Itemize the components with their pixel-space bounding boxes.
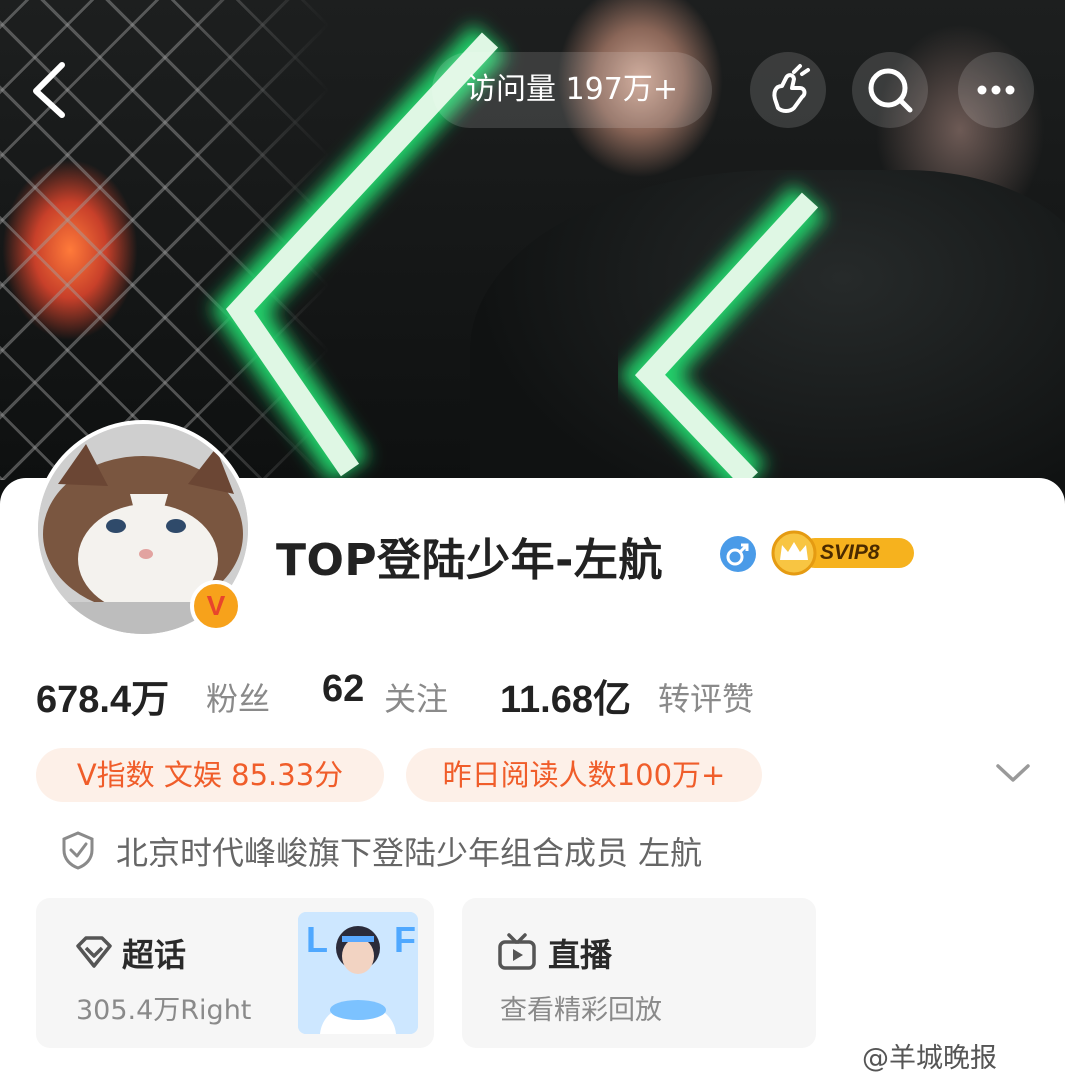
more-icon bbox=[977, 85, 1015, 95]
idol-photo-image: L F bbox=[298, 912, 418, 1034]
supertopic-title: 超话 bbox=[122, 936, 187, 974]
engagement-count[interactable]: 11.68亿 bbox=[500, 668, 631, 723]
followers-count[interactable]: 678.4万 bbox=[36, 668, 169, 723]
verified-badge: V bbox=[190, 580, 242, 632]
reader-count-tag[interactable]: 昨日阅读人数100万+ bbox=[406, 748, 762, 802]
search-icon bbox=[868, 68, 913, 113]
svg-text:L: L bbox=[306, 919, 328, 960]
profile-description: 北京时代峰峻旗下登陆少年组合成员 左航 bbox=[116, 834, 703, 872]
live-subtitle: 查看精彩回放 bbox=[500, 995, 662, 1026]
supertopic-subtitle: 305.4万Right bbox=[76, 995, 252, 1026]
male-icon bbox=[726, 543, 749, 566]
live-title: 直播 bbox=[548, 936, 613, 974]
svip-label: SVIP8 bbox=[820, 541, 880, 564]
watermark: @羊城晚报 bbox=[862, 1043, 997, 1074]
back-button[interactable] bbox=[22, 55, 82, 121]
following-label: 关注 bbox=[384, 680, 449, 718]
supertopic-thumbnail[interactable]: L F bbox=[298, 912, 418, 1034]
v-index-tag[interactable]: V指数 文娱 85.33分 bbox=[36, 748, 384, 802]
search-button[interactable] bbox=[852, 52, 928, 128]
following-count[interactable]: 62 bbox=[322, 668, 364, 711]
username: TOP登陆少年-左航 bbox=[276, 535, 663, 586]
chevron-left-icon bbox=[33, 62, 65, 118]
verified-badge-label: V bbox=[206, 590, 226, 621]
supertopic-icon bbox=[76, 936, 112, 968]
gender-badge bbox=[720, 536, 756, 572]
followers-label: 粉丝 bbox=[206, 680, 271, 718]
shield-icon bbox=[62, 831, 94, 870]
live-card[interactable]: 直播 查看精彩回放 bbox=[462, 898, 816, 1048]
svg-text:F: F bbox=[394, 919, 416, 960]
heart-hand-icon bbox=[772, 64, 810, 113]
chevron-down-icon[interactable] bbox=[990, 758, 1036, 790]
tv-icon bbox=[498, 933, 536, 970]
svip-badge[interactable]: SVIP8 bbox=[768, 530, 918, 576]
more-button[interactable] bbox=[958, 52, 1034, 128]
visit-count: 访问量 197万+ bbox=[432, 52, 712, 128]
engagement-label: 转评赞 bbox=[658, 680, 755, 718]
like-button[interactable] bbox=[750, 52, 826, 128]
